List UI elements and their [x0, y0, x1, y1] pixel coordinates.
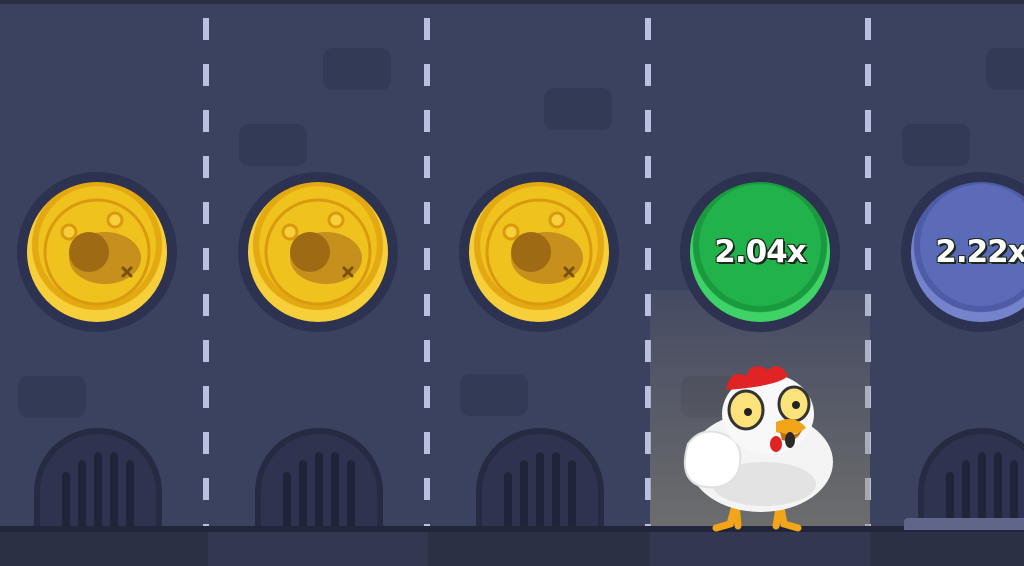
- next-multiplier-coin[interactable]: 2.22x: [911, 182, 1024, 322]
- sewer-grate: [476, 428, 604, 538]
- lane-4-coin-slot: 2.04x: [680, 172, 840, 332]
- next-multiplier-label: 2.22x: [935, 234, 1024, 270]
- floor-edge: [0, 526, 1024, 532]
- lane-divider: [424, 18, 430, 538]
- lane-2-coin-slot: [238, 172, 398, 332]
- game-board: 2.04x 2.22x: [0, 0, 1024, 566]
- floor: [0, 528, 1024, 566]
- wall-brick: [544, 88, 612, 130]
- lane-1-coin-slot: [17, 172, 177, 332]
- sewer-grate: [34, 428, 162, 538]
- wall-brick: [239, 124, 307, 166]
- cooked-coin: [469, 182, 609, 322]
- lane-divider: [203, 18, 209, 538]
- lane-5-coin-slot[interactable]: 2.22x: [901, 172, 1024, 332]
- sewer-grate: [255, 428, 383, 538]
- wall-brick: [18, 376, 86, 418]
- current-multiplier-label: 2.04x: [714, 234, 806, 270]
- roast-chicken-icon: [485, 198, 593, 306]
- cooked-coin: [27, 182, 167, 322]
- roast-chicken-icon: [43, 198, 151, 306]
- wall-brick: [902, 124, 970, 166]
- next-lane-step: [904, 518, 1024, 530]
- wall-brick: [460, 374, 528, 416]
- lane-3-coin-slot: [459, 172, 619, 332]
- roast-chicken-icon: [264, 198, 372, 306]
- wall-brick: [323, 48, 391, 90]
- current-multiplier-coin: 2.04x: [690, 182, 830, 322]
- top-edge: [0, 0, 1024, 4]
- chicken-character: [684, 366, 833, 532]
- floor-segment: [208, 532, 428, 566]
- floor-segment: [650, 532, 870, 566]
- cooked-coin: [248, 182, 388, 322]
- wall-brick: [986, 48, 1024, 90]
